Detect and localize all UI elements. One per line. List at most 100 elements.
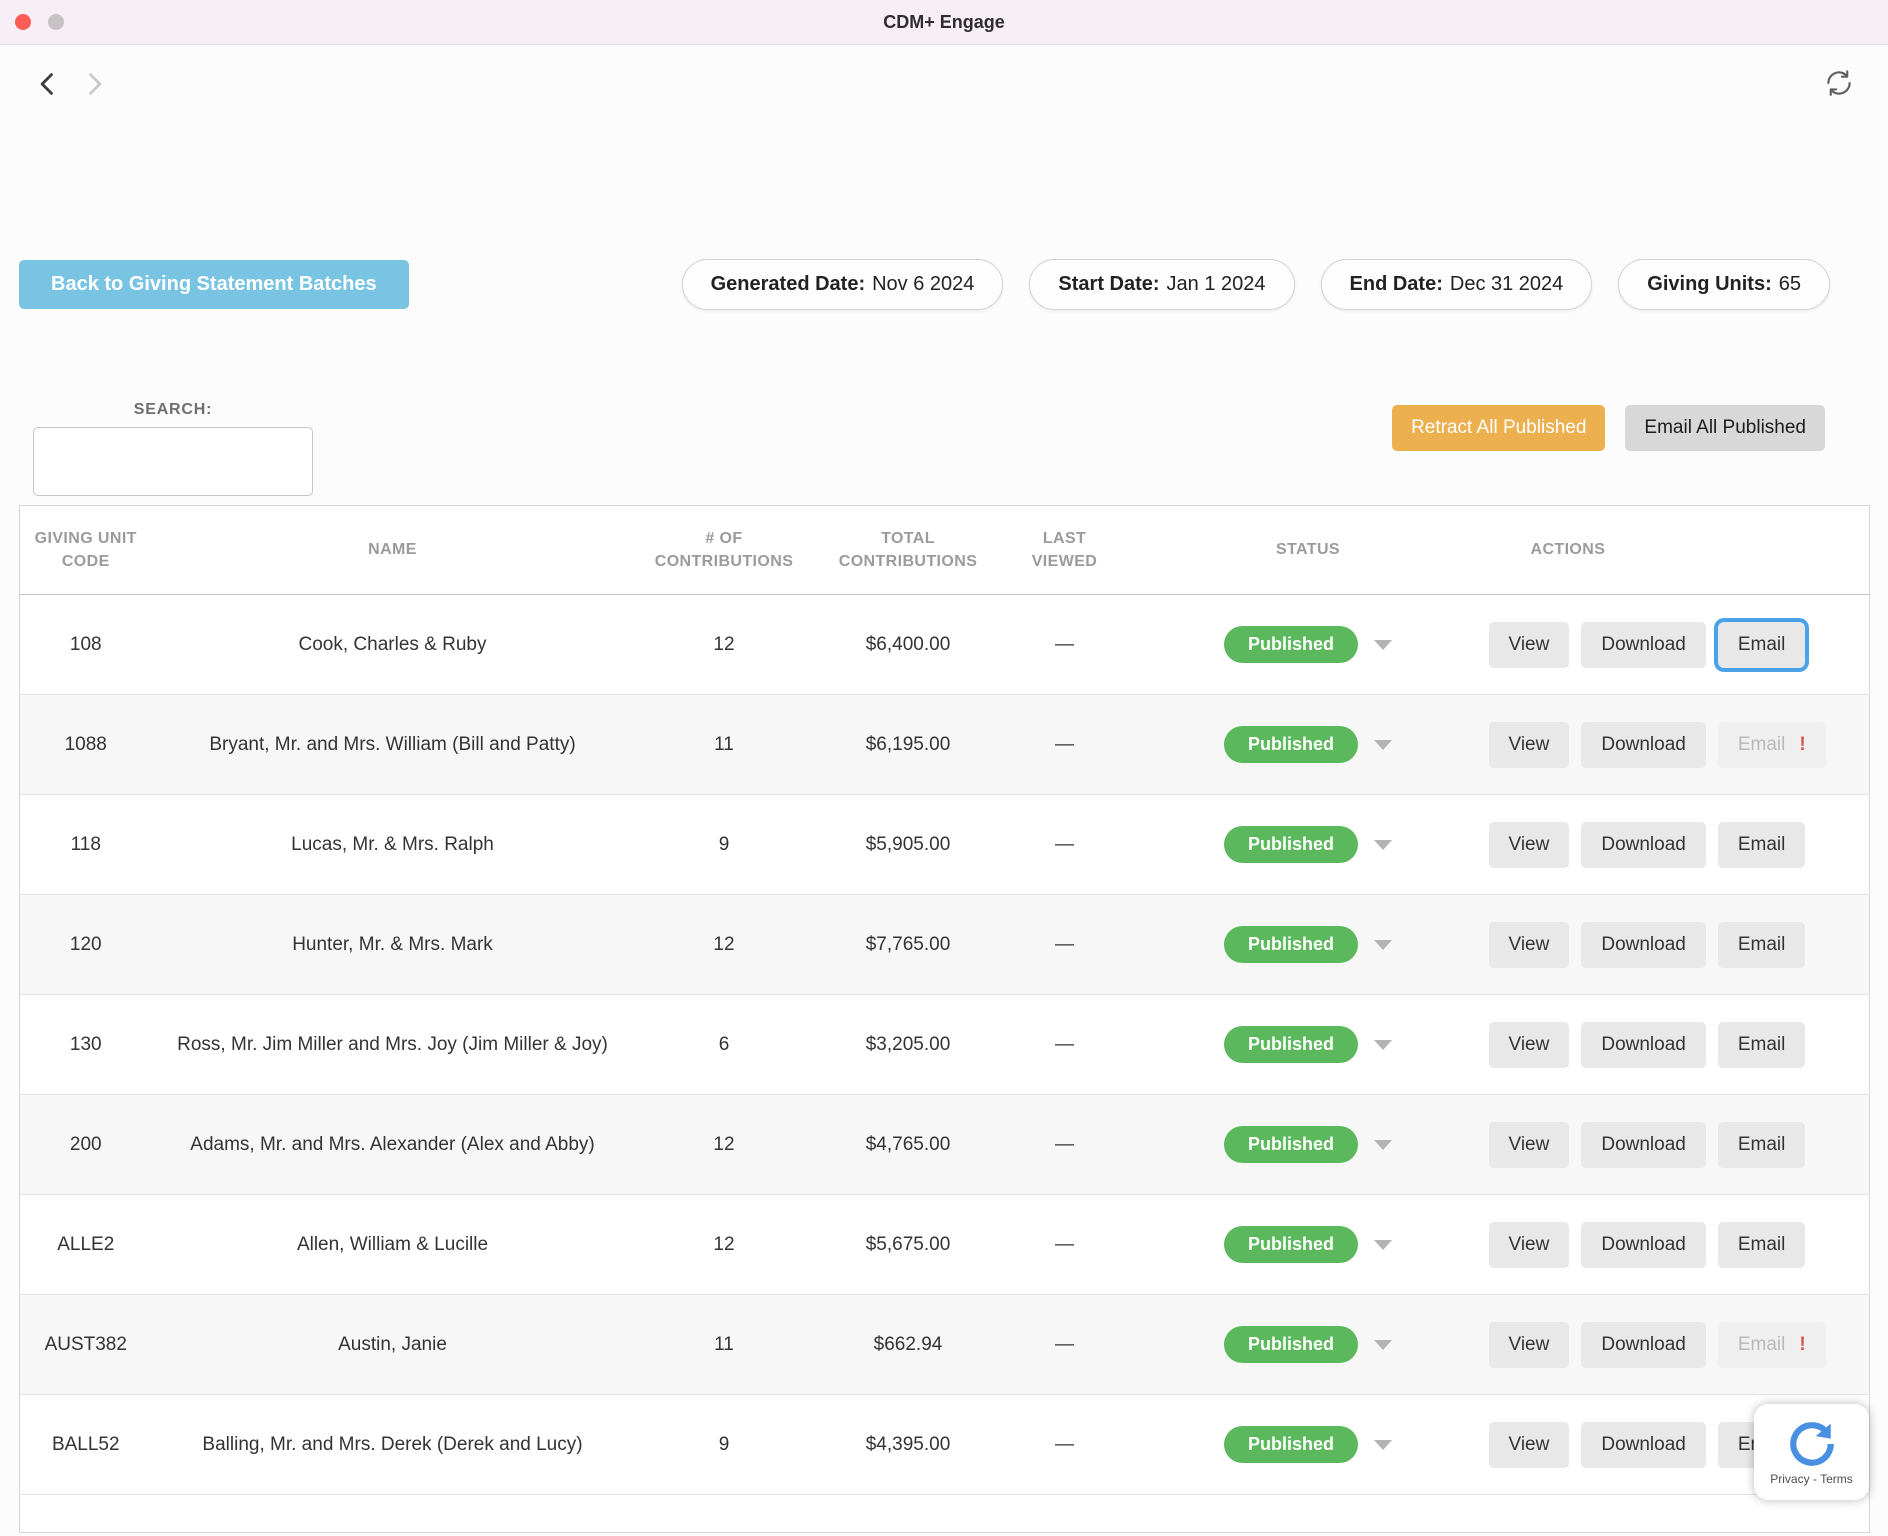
chevron-down-icon[interactable] bbox=[1374, 1340, 1392, 1350]
actions-cell: ViewDownload Email bbox=[1489, 1095, 1870, 1195]
status-badge[interactable]: Published bbox=[1224, 1426, 1358, 1463]
recaptcha-badge[interactable]: Privacy - Terms bbox=[1754, 1404, 1869, 1500]
statement-row: 108Cook, Charles & Ruby12$6,400.00—Publi… bbox=[20, 595, 1870, 695]
email-all-published-button[interactable]: Email All Published bbox=[1625, 405, 1825, 451]
name-cell: Hunter, Mr. & Mrs. Mark bbox=[152, 895, 634, 995]
view-button[interactable]: View bbox=[1489, 722, 1570, 768]
recaptcha-terms-link[interactable]: Terms bbox=[1820, 1472, 1853, 1486]
contributions-cell: 11 bbox=[634, 695, 815, 795]
chevron-down-icon[interactable] bbox=[1374, 840, 1392, 850]
chevron-down-icon[interactable] bbox=[1374, 940, 1392, 950]
chevron-down-icon[interactable] bbox=[1374, 740, 1392, 750]
refresh-button[interactable] bbox=[1820, 64, 1858, 105]
nav-back-button[interactable] bbox=[30, 66, 66, 102]
email-button[interactable]: Email! bbox=[1718, 722, 1826, 768]
chevron-down-icon[interactable] bbox=[1374, 1140, 1392, 1150]
total-contributions-cell: $7,765.00 bbox=[815, 895, 1002, 995]
pill-start-date: Start Date: Jan 1 2024 bbox=[1029, 259, 1294, 310]
refresh-icon bbox=[1824, 68, 1854, 98]
view-button[interactable]: View bbox=[1489, 822, 1570, 868]
pill-start-date-label: Start Date: bbox=[1058, 273, 1159, 295]
recaptcha-separator: - bbox=[1813, 1472, 1817, 1486]
email-button[interactable]: Email! bbox=[1718, 1322, 1826, 1368]
status-cell: Published bbox=[1128, 1195, 1489, 1295]
last-viewed-cell: — bbox=[1002, 1195, 1128, 1295]
recaptcha-privacy-link[interactable]: Privacy bbox=[1770, 1472, 1809, 1486]
chevron-down-icon[interactable] bbox=[1374, 640, 1392, 650]
status-badge[interactable]: Published bbox=[1224, 1026, 1358, 1063]
view-button[interactable]: View bbox=[1489, 1222, 1570, 1268]
contributions-cell: 12 bbox=[634, 895, 815, 995]
col-header-actions: ACTIONS bbox=[1489, 506, 1870, 595]
statements-table-body: 108Cook, Charles & Ruby12$6,400.00—Publi… bbox=[20, 595, 1870, 1533]
chevron-down-icon[interactable] bbox=[1374, 1440, 1392, 1450]
recaptcha-links: Privacy - Terms bbox=[1770, 1472, 1852, 1486]
download-button[interactable]: Download bbox=[1581, 922, 1706, 968]
browser-navbar bbox=[0, 45, 1888, 123]
pill-end-date-value: Dec 31 2024 bbox=[1450, 273, 1563, 295]
contributions-cell: 9 bbox=[634, 1395, 815, 1495]
download-button[interactable]: Download bbox=[1581, 822, 1706, 868]
download-button[interactable]: Download bbox=[1581, 1122, 1706, 1168]
email-alert-icon: ! bbox=[1799, 734, 1805, 755]
actions-cell: ViewDownload Email! bbox=[1489, 695, 1870, 795]
search-input[interactable] bbox=[33, 427, 313, 496]
email-button[interactable]: Email bbox=[1718, 922, 1806, 968]
statement-row: AUST382Austin, Janie11$662.94—PublishedV… bbox=[20, 1295, 1870, 1395]
view-button[interactable]: View bbox=[1489, 1022, 1570, 1068]
email-button[interactable]: Email bbox=[1718, 1222, 1806, 1268]
status-badge[interactable]: Published bbox=[1224, 1126, 1358, 1163]
window-controls bbox=[15, 0, 64, 44]
minimize-window-button[interactable] bbox=[48, 14, 64, 30]
status-cell: Published bbox=[1128, 895, 1489, 995]
nav-forward-button[interactable] bbox=[76, 66, 112, 102]
total-contributions-cell: $5,905.00 bbox=[815, 795, 1002, 895]
unit-code-cell: 118 bbox=[20, 795, 152, 895]
actions-cell: ViewDownload Email bbox=[1489, 795, 1870, 895]
pill-generated-date-value: Nov 6 2024 bbox=[872, 273, 974, 295]
email-alert-icon: ! bbox=[1799, 1334, 1805, 1355]
status-badge[interactable]: Published bbox=[1224, 626, 1358, 663]
download-button[interactable]: Download bbox=[1581, 1222, 1706, 1268]
download-button[interactable]: Download bbox=[1581, 622, 1706, 668]
partial-row-cell bbox=[20, 1495, 1870, 1533]
last-viewed-cell: — bbox=[1002, 1095, 1128, 1195]
status-cell: Published bbox=[1128, 795, 1489, 895]
email-button[interactable]: Email bbox=[1718, 622, 1806, 668]
summary-pills: Generated Date:Nov 6 2024 Start Date:Jan… bbox=[682, 259, 1830, 310]
view-button[interactable]: View bbox=[1489, 622, 1570, 668]
statement-row: 200Adams, Mr. and Mrs. Alexander (Alex a… bbox=[20, 1095, 1870, 1195]
last-viewed-cell: — bbox=[1002, 1395, 1128, 1495]
status-badge[interactable]: Published bbox=[1224, 826, 1358, 863]
status-badge[interactable]: Published bbox=[1224, 1226, 1358, 1263]
unit-code-cell: 130 bbox=[20, 995, 152, 1095]
window-titlebar: CDM+ Engage bbox=[0, 0, 1888, 45]
name-cell: Balling, Mr. and Mrs. Derek (Derek and L… bbox=[152, 1395, 634, 1495]
col-header-total: TOTAL CONTRIBUTIONS bbox=[815, 506, 1002, 595]
status-badge[interactable]: Published bbox=[1224, 926, 1358, 963]
recaptcha-icon bbox=[1787, 1419, 1837, 1469]
status-badge[interactable]: Published bbox=[1224, 726, 1358, 763]
name-cell: Cook, Charles & Ruby bbox=[152, 595, 634, 695]
status-badge[interactable]: Published bbox=[1224, 1326, 1358, 1363]
view-button[interactable]: View bbox=[1489, 1322, 1570, 1368]
pill-start-date-value: Jan 1 2024 bbox=[1167, 273, 1266, 295]
statement-row: ALLE2Allen, William & Lucille12$5,675.00… bbox=[20, 1195, 1870, 1295]
chevron-down-icon[interactable] bbox=[1374, 1040, 1392, 1050]
view-button[interactable]: View bbox=[1489, 1122, 1570, 1168]
back-to-batches-button[interactable]: Back to Giving Statement Batches bbox=[19, 260, 409, 309]
download-button[interactable]: Download bbox=[1581, 1422, 1706, 1468]
chevron-right-icon bbox=[80, 70, 108, 98]
download-button[interactable]: Download bbox=[1581, 1022, 1706, 1068]
chevron-down-icon[interactable] bbox=[1374, 1240, 1392, 1250]
retract-all-published-button[interactable]: Retract All Published bbox=[1392, 405, 1605, 451]
email-button[interactable]: Email bbox=[1718, 1022, 1806, 1068]
view-button[interactable]: View bbox=[1489, 1422, 1570, 1468]
view-button[interactable]: View bbox=[1489, 922, 1570, 968]
email-button[interactable]: Email bbox=[1718, 822, 1806, 868]
download-button[interactable]: Download bbox=[1581, 1322, 1706, 1368]
close-window-button[interactable] bbox=[15, 14, 31, 30]
email-button[interactable]: Email bbox=[1718, 1122, 1806, 1168]
contributions-cell: 12 bbox=[634, 1195, 815, 1295]
download-button[interactable]: Download bbox=[1581, 722, 1706, 768]
